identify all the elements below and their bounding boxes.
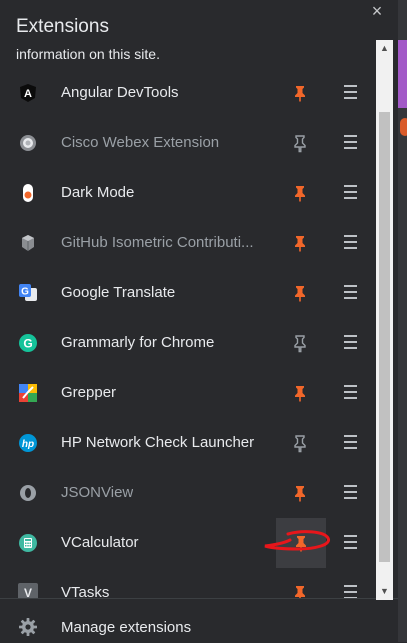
list-item[interactable]: Grepper xyxy=(0,368,374,418)
pin-outline-icon[interactable] xyxy=(290,333,310,353)
list-item[interactable]: JSONView xyxy=(0,468,374,518)
extension-name: Cisco Webex Extension xyxy=(61,134,220,151)
pin-icon[interactable] xyxy=(290,233,310,253)
svg-text:G: G xyxy=(21,287,29,298)
more-options-icon[interactable] xyxy=(344,582,357,598)
extension-name: VCalculator xyxy=(61,534,139,551)
scrollbar-thumb[interactable] xyxy=(379,112,390,562)
manage-extensions-label: Manage extensions xyxy=(61,619,192,636)
more-options-icon[interactable] xyxy=(344,432,357,452)
scroll-down-arrow-icon[interactable]: ▼ xyxy=(376,583,393,600)
vcalculator-icon xyxy=(18,533,38,553)
gear-icon xyxy=(19,618,37,636)
popup-title: Extensions xyxy=(16,16,109,37)
background-extension-icon xyxy=(400,118,407,136)
pin-icon[interactable] xyxy=(290,283,310,303)
grammarly-icon: G xyxy=(18,333,38,353)
extension-name: GitHub Isometric Contributi... xyxy=(61,234,254,251)
extension-name: Google Translate xyxy=(61,284,176,301)
browser-background-edge xyxy=(398,0,407,642)
extension-name: JSONView xyxy=(61,484,134,501)
hp-icon: hp xyxy=(18,433,38,453)
pin-icon[interactable] xyxy=(290,83,310,103)
background-tab-accent xyxy=(398,40,407,108)
vtasks-icon: V xyxy=(18,583,38,598)
list-item[interactable]: G Google Translate xyxy=(0,268,374,318)
svg-text:G: G xyxy=(23,337,32,351)
pin-icon[interactable] xyxy=(290,583,310,598)
list-item[interactable]: G Grammarly for Chrome xyxy=(0,318,374,368)
extension-name: VTasks xyxy=(61,584,110,598)
extension-name: Grammarly for Chrome xyxy=(61,334,215,351)
pin-icon[interactable] xyxy=(290,183,310,203)
extension-name: Grepper xyxy=(61,384,117,401)
github-isometric-icon xyxy=(18,233,38,253)
annotation-scribble xyxy=(264,530,331,551)
svg-text:hp: hp xyxy=(22,439,34,450)
list-item[interactable]: Cisco Webex Extension xyxy=(0,118,374,168)
webex-icon xyxy=(18,133,38,153)
more-options-icon[interactable] xyxy=(344,532,357,552)
more-options-icon[interactable] xyxy=(344,382,357,402)
more-options-icon[interactable] xyxy=(344,82,357,102)
pin-outline-icon[interactable] xyxy=(290,433,310,453)
more-options-icon[interactable] xyxy=(344,332,357,352)
more-options-icon[interactable] xyxy=(344,482,357,502)
list-item[interactable]: GitHub Isometric Contributi... xyxy=(0,218,374,268)
close-icon[interactable]: × xyxy=(368,2,386,20)
extension-name: Angular DevTools xyxy=(61,84,179,101)
scroll-up-arrow-icon[interactable]: ▲ xyxy=(376,40,393,57)
more-options-icon[interactable] xyxy=(344,132,357,152)
more-options-icon[interactable] xyxy=(344,232,357,252)
list-item[interactable]: Dark Mode xyxy=(0,168,374,218)
jsonview-icon xyxy=(18,483,38,503)
more-options-icon[interactable] xyxy=(344,282,357,302)
site-access-info: information on this site. xyxy=(16,46,160,62)
list-item[interactable]: hp HP Network Check Launcher xyxy=(0,418,374,468)
list-scrollbar[interactable]: ▲ ▼ xyxy=(376,40,393,600)
extension-name: Dark Mode xyxy=(61,184,135,201)
pin-icon[interactable] xyxy=(290,383,310,403)
more-options-icon[interactable] xyxy=(344,182,357,202)
grepper-icon xyxy=(18,383,38,403)
pin-outline-icon[interactable] xyxy=(290,133,310,153)
svg-text:A: A xyxy=(24,88,32,100)
manage-extensions-row[interactable]: Manage extensions xyxy=(0,598,398,643)
dark-mode-icon xyxy=(18,183,38,203)
extensions-popup: Extensions × information on this site. A… xyxy=(0,0,398,642)
list-item[interactable]: V VTasks xyxy=(0,568,374,598)
google-translate-icon: G xyxy=(18,283,38,303)
angular-icon: A xyxy=(18,83,38,103)
pin-icon[interactable] xyxy=(290,483,310,503)
extension-name: HP Network Check Launcher xyxy=(61,434,255,451)
list-item[interactable]: A Angular DevTools xyxy=(0,68,374,118)
